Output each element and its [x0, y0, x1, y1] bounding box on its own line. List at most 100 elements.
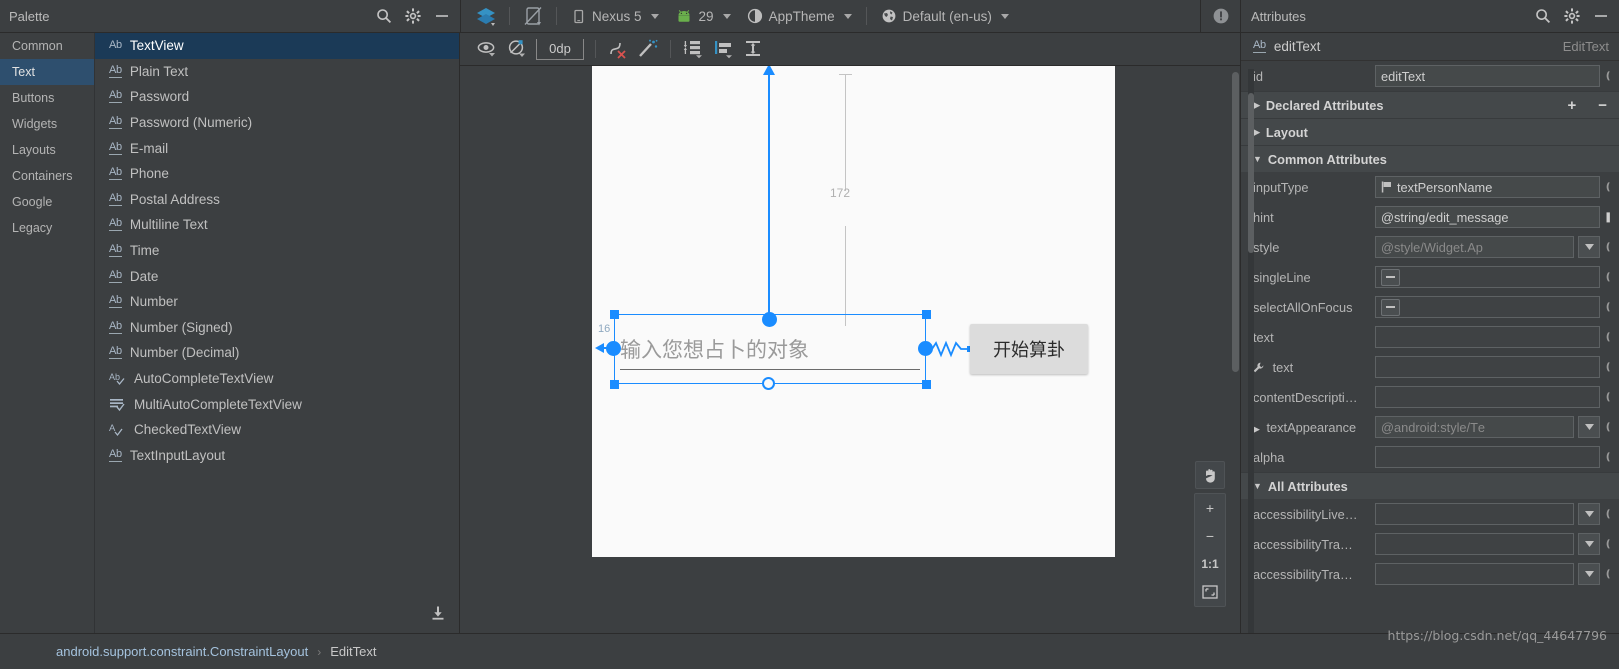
selectallonfocus-tristate-checkbox[interactable] [1381, 298, 1400, 316]
style-dropdown-button[interactable] [1578, 236, 1600, 258]
palette-item-date[interactable]: Ab Date [95, 263, 459, 289]
breadcrumb-item-current[interactable]: EditText [330, 644, 376, 659]
gear-icon[interactable] [405, 8, 421, 24]
palette-item-checkedtextview[interactable]: A CheckedTextView [95, 417, 459, 443]
download-icon[interactable] [431, 606, 445, 625]
palette-item-number-signed[interactable]: Ab Number (Signed) [95, 315, 459, 341]
api-selector[interactable]: 29 [667, 6, 739, 27]
zoom-fit-icon[interactable] [1195, 578, 1225, 606]
accessibilitytraversalbefore-link-icon[interactable]: ❪ [1604, 569, 1615, 580]
palette-item-password-numeric[interactable]: Ab Password (Numeric) [95, 110, 459, 136]
accessibilitytraversalafter-dropdown-button[interactable] [1578, 533, 1600, 555]
zoom-in-button[interactable]: + [1195, 494, 1225, 522]
palette-category-buttons[interactable]: Buttons [0, 85, 94, 111]
hint-link-icon[interactable]: ❚ [1604, 212, 1615, 223]
warning-badge[interactable] [1200, 0, 1240, 32]
add-attribute-button[interactable]: + [1567, 97, 1592, 114]
palette-item-autocompletetextview[interactable]: Ab AutoCompleteTextView [95, 366, 459, 392]
palette-category-text[interactable]: Text [0, 59, 94, 85]
accessibilitytraversalbefore-dropdown-button[interactable] [1578, 563, 1600, 585]
constraints-off-icon[interactable] [502, 36, 532, 62]
constraint-anchor-right[interactable] [918, 341, 933, 356]
section-common-attributes[interactable]: ▼ Common Attributes [1241, 145, 1619, 172]
palette-item-plain-text[interactable]: Ab Plain Text [95, 59, 459, 85]
pan-hand-icon[interactable] [1195, 461, 1225, 489]
accessibilitytraversalafter-input[interactable] [1375, 533, 1574, 555]
textappearance-link-icon[interactable]: ❪ [1604, 422, 1615, 433]
accessibilityliveregion-input[interactable] [1375, 503, 1574, 525]
clear-constraints-icon[interactable] [603, 36, 633, 62]
section-all-attributes[interactable]: ▼ All Attributes [1241, 472, 1619, 499]
device-selector[interactable]: Nexus 5 [563, 6, 667, 27]
zoom-out-button[interactable]: − [1195, 522, 1225, 550]
palette-item-phone[interactable]: Ab Phone [95, 161, 459, 187]
button-widget[interactable]: 开始算卦 [970, 324, 1088, 374]
accessibilityliveregion-link-icon[interactable]: ❪ [1604, 509, 1615, 520]
design-canvas[interactable]: 172 16 输入您想占卜的对象 开始算卦 + − 1:1 [460, 66, 1240, 633]
selectallonfocus-link-icon[interactable]: ❪ [1604, 302, 1615, 313]
palette-item-number[interactable]: Ab Number [95, 289, 459, 315]
text-input[interactable] [1375, 326, 1600, 348]
minimize-icon[interactable] [1593, 8, 1609, 24]
resize-handle-bottom-left[interactable] [610, 380, 619, 389]
text-design-link-icon[interactable]: ❪ [1604, 362, 1615, 373]
singleline-field[interactable] [1375, 266, 1600, 288]
id-link-icon[interactable]: ❪ [1604, 71, 1615, 82]
text-design-input[interactable] [1375, 356, 1600, 378]
palette-item-password[interactable]: Ab Password [95, 84, 459, 110]
constraint-anchor-bottom[interactable] [762, 377, 775, 390]
singleline-link-icon[interactable]: ❪ [1604, 272, 1615, 283]
palette-item-email[interactable]: Ab E-mail [95, 135, 459, 161]
textappearance-input[interactable]: @android:style/Tе [1375, 416, 1574, 438]
device-preview[interactable]: 172 16 输入您想占卜的对象 开始算卦 [592, 66, 1115, 557]
edittext-hint[interactable]: 输入您想占卜的对象 [620, 334, 809, 364]
selectallonfocus-field[interactable] [1375, 296, 1600, 318]
accessibilitytraversalbefore-input[interactable] [1375, 563, 1574, 585]
id-input[interactable]: editText [1375, 65, 1600, 87]
eye-icon[interactable] [472, 36, 502, 62]
zoom-actual-size-button[interactable]: 1:1 [1195, 550, 1225, 578]
theme-selector[interactable]: AppTheme [739, 5, 860, 27]
search-icon[interactable] [1535, 8, 1551, 24]
palette-item-multiline-text[interactable]: Ab Multiline Text [95, 212, 459, 238]
palette-category-containers[interactable]: Containers [0, 163, 94, 189]
inputtype-link-icon[interactable]: ❪ [1604, 182, 1615, 193]
constraint-anchor-left[interactable] [606, 341, 621, 356]
palette-category-google[interactable]: Google [0, 189, 94, 215]
canvas-scrollbar-thumb[interactable] [1232, 72, 1239, 372]
textappearance-dropdown-button[interactable] [1578, 416, 1600, 438]
palette-category-common[interactable]: Common [0, 33, 94, 59]
chevron-right-icon[interactable]: ▶ [1253, 424, 1260, 434]
palette-item-textinputlayout[interactable]: Ab TextInputLayout [95, 443, 459, 469]
remove-attribute-button[interactable]: − [1598, 97, 1619, 114]
style-input[interactable]: @style/Widget.Ap [1375, 236, 1574, 258]
default-margin-value[interactable]: 0dp [536, 38, 584, 60]
minimize-icon[interactable] [434, 8, 450, 24]
resize-handle-bottom-right[interactable] [922, 380, 931, 389]
constraint-anchor-top[interactable] [762, 312, 777, 327]
contentdescription-link-icon[interactable]: ❪ [1604, 392, 1615, 403]
inputtype-input[interactable]: textPersonName [1375, 176, 1600, 198]
section-declared-attributes[interactable]: ▶ Declared Attributes + − [1241, 91, 1619, 118]
section-layout[interactable]: ▶ Layout [1241, 118, 1619, 145]
text-link-icon[interactable]: ❪ [1604, 332, 1615, 343]
style-link-icon[interactable]: ❪ [1604, 242, 1615, 253]
palette-category-widgets[interactable]: Widgets [0, 111, 94, 137]
palette-item-postal-address[interactable]: Ab Postal Address [95, 187, 459, 213]
accessibilityliveregion-dropdown-button[interactable] [1578, 503, 1600, 525]
breadcrumb-item-root[interactable]: android.support.constraint.ConstraintLay… [56, 644, 308, 659]
attributes-scrollbar-thumb[interactable] [1248, 93, 1254, 253]
layers-icon[interactable] [469, 5, 503, 27]
magic-wand-icon[interactable] [633, 36, 663, 62]
alpha-link-icon[interactable]: ❪ [1604, 452, 1615, 463]
palette-category-legacy[interactable]: Legacy [0, 215, 94, 241]
palette-item-multiautocompletetextview[interactable]: MultiAutoCompleteTextView [95, 391, 459, 417]
canvas-scrollbar[interactable] [1231, 66, 1240, 633]
gear-icon[interactable] [1564, 8, 1580, 24]
palette-item-textview[interactable]: Ab TextView [95, 33, 459, 59]
resize-handle-top-left[interactable] [610, 310, 619, 319]
singleline-tristate-checkbox[interactable] [1381, 268, 1400, 286]
pack-vertical-icon[interactable] [678, 36, 708, 62]
accessibilitytraversalafter-link-icon[interactable]: ❪ [1604, 539, 1615, 550]
palette-item-number-decimal[interactable]: Ab Number (Decimal) [95, 340, 459, 366]
